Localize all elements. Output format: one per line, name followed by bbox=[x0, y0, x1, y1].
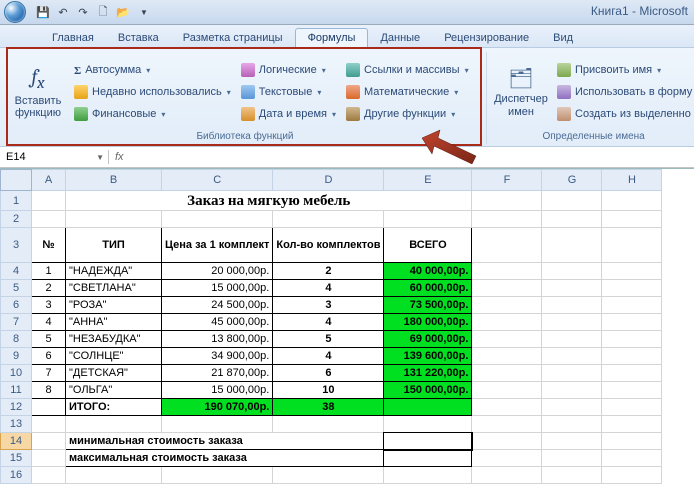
insert-function-label: Вставить функцию bbox=[10, 95, 66, 119]
math-button[interactable]: Математические▾ bbox=[344, 82, 471, 102]
row-header[interactable]: 12 bbox=[1, 399, 32, 416]
titlebar: 💾 ↶ ↷ 🗋 📂 ▼ Книга1 - Microsoft bbox=[0, 0, 694, 25]
tab-view[interactable]: Вид bbox=[541, 29, 585, 47]
financial-icon bbox=[74, 107, 88, 121]
text-icon bbox=[241, 85, 255, 99]
col-header-A[interactable]: A bbox=[32, 170, 66, 191]
row-header[interactable]: 9 bbox=[1, 348, 32, 365]
col-header-B[interactable]: B bbox=[66, 170, 162, 191]
sheet-title[interactable]: Заказ на мягкую мебель bbox=[66, 191, 472, 211]
active-cell[interactable] bbox=[384, 433, 472, 450]
insert-function-button[interactable]: fx Вставить функцию bbox=[10, 54, 66, 130]
office-orb-button[interactable] bbox=[4, 1, 26, 23]
formula-input[interactable] bbox=[130, 150, 694, 164]
name-manager-icon: 🗂 bbox=[508, 66, 533, 91]
logical-button[interactable]: Логические▾ bbox=[239, 60, 338, 80]
logical-icon bbox=[241, 63, 255, 77]
lookup-icon bbox=[346, 63, 360, 77]
name-manager-button[interactable]: 🗂 Диспетчер имен bbox=[493, 54, 549, 130]
window-title: Книга1 - Microsoft bbox=[591, 4, 688, 18]
tab-pagelayout[interactable]: Разметка страницы bbox=[171, 29, 295, 47]
more-functions-button[interactable]: Другие функции▾ bbox=[344, 104, 471, 124]
text-button[interactable]: Текстовые▾ bbox=[239, 82, 338, 102]
autosum-button[interactable]: ΣАвтосумма▾ bbox=[72, 60, 233, 80]
row-header[interactable]: 8 bbox=[1, 331, 32, 348]
row-header[interactable]: 3 bbox=[1, 228, 32, 263]
lookup-button[interactable]: Ссылки и массивы▾ bbox=[344, 60, 471, 80]
use-formula-button[interactable]: Использовать в форму bbox=[555, 82, 694, 102]
col-header-F[interactable]: F bbox=[472, 170, 542, 191]
col-header-H[interactable]: H bbox=[602, 170, 662, 191]
row-header[interactable]: 7 bbox=[1, 314, 32, 331]
row-header[interactable]: 16 bbox=[1, 467, 32, 484]
use-formula-icon bbox=[557, 85, 571, 99]
library-group-label: Библиотека функций bbox=[10, 130, 480, 144]
tab-insert[interactable]: Вставка bbox=[106, 29, 171, 47]
row-header[interactable]: 10 bbox=[1, 365, 32, 382]
row-header[interactable]: 15 bbox=[1, 450, 32, 467]
recent-button[interactable]: Недавно использовались▾ bbox=[72, 82, 233, 102]
qat-dropdown-icon[interactable]: ▼ bbox=[137, 5, 151, 19]
name-box-input[interactable] bbox=[4, 150, 78, 164]
math-icon bbox=[346, 85, 360, 99]
col-header-G[interactable]: G bbox=[542, 170, 602, 191]
tab-formulas[interactable]: Формулы bbox=[295, 28, 369, 48]
new-icon[interactable]: 🗋 bbox=[96, 5, 110, 19]
open-icon[interactable]: 📂 bbox=[116, 5, 130, 19]
select-all-corner[interactable] bbox=[1, 170, 32, 191]
datetime-button[interactable]: Дата и время▾ bbox=[239, 104, 338, 124]
row-header[interactable]: 4 bbox=[1, 263, 32, 280]
quick-access-toolbar: 💾 ↶ ↷ 🗋 📂 ▼ bbox=[30, 5, 157, 19]
fx-label-icon[interactable]: fx bbox=[109, 151, 130, 163]
col-header-E[interactable]: E bbox=[384, 170, 472, 191]
financial-button[interactable]: Финансовые▾ bbox=[72, 104, 233, 124]
names-group-label: Определенные имена bbox=[493, 130, 694, 144]
save-icon[interactable]: 💾 bbox=[36, 5, 50, 19]
define-name-icon bbox=[557, 63, 571, 77]
row-header[interactable]: 5 bbox=[1, 280, 32, 297]
ribbon-tabs: Главная Вставка Разметка страницы Формул… bbox=[0, 25, 694, 48]
tab-review[interactable]: Рецензирование bbox=[432, 29, 541, 47]
col-header-C[interactable]: C bbox=[162, 170, 273, 191]
datetime-icon bbox=[241, 107, 255, 121]
worksheet[interactable]: A B C D E F G H 1 Заказ на мягкую мебель… bbox=[0, 168, 694, 484]
recent-icon bbox=[74, 85, 88, 99]
row-header[interactable]: 2 bbox=[1, 211, 32, 228]
row-header[interactable]: 6 bbox=[1, 297, 32, 314]
redo-icon[interactable]: ↷ bbox=[76, 5, 90, 19]
namebox-dropdown-icon[interactable]: ▼ bbox=[96, 153, 104, 162]
ribbon: fx Вставить функцию ΣАвтосумма▾ Недавно … bbox=[0, 48, 694, 147]
col-header-D[interactable]: D bbox=[273, 170, 384, 191]
create-from-selection-button[interactable]: Создать из выделенно bbox=[555, 104, 694, 124]
name-box[interactable]: ▼ bbox=[0, 150, 109, 164]
row-header[interactable]: 1 bbox=[1, 191, 32, 211]
tab-home[interactable]: Главная bbox=[40, 29, 106, 47]
more-icon bbox=[346, 107, 360, 121]
formula-bar: ▼ fx bbox=[0, 147, 694, 168]
define-name-button[interactable]: Присвоить имя▾ bbox=[555, 60, 694, 80]
create-sel-icon bbox=[557, 107, 571, 121]
undo-icon[interactable]: ↶ bbox=[56, 5, 70, 19]
fx-icon: fx bbox=[31, 65, 44, 93]
row-header[interactable]: 11 bbox=[1, 382, 32, 399]
tab-data[interactable]: Данные bbox=[368, 29, 432, 47]
row-header[interactable]: 14 bbox=[1, 433, 32, 450]
row-header[interactable]: 13 bbox=[1, 416, 32, 433]
